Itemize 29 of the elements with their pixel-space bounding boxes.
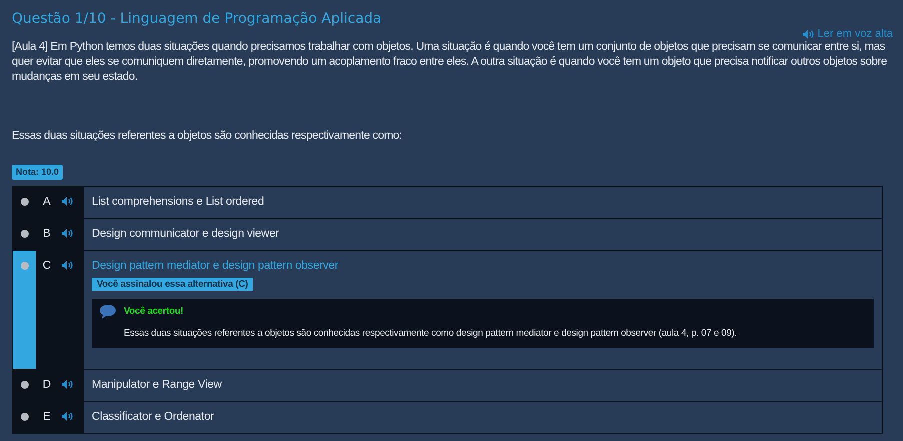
question-title: Questão 1/10 - Linguagem de Programação Aplicada	[12, 10, 383, 28]
radio-button[interactable]	[20, 413, 28, 421]
option-letter: C	[42, 259, 52, 273]
radio-button[interactable]	[20, 381, 28, 389]
radio-button[interactable]	[20, 198, 28, 206]
option-letter: B	[42, 227, 52, 241]
speaker-icon[interactable]	[62, 261, 73, 270]
option-text[interactable]: Design pattern mediator e design pattern observer	[92, 259, 874, 273]
feedback-title: Você acertou!	[124, 305, 185, 319]
selected-answer-badge: Você assinalou essa alternativa (C)	[92, 278, 254, 291]
speaker-icon[interactable]	[62, 412, 73, 422]
feedback-text: Essas duas situações referentes a objetos são conhecidas respectivamente como design pattern mediator e design pattem observer (aula 4, p. 07 e 09).	[124, 327, 738, 341]
question-text: [Aula 4] Em Python temos duas situações quando precisamos trabalhar com objetos. Uma situação é quando você tem um conjunto de objetos que precisam se comunicar entre si, mas quer evitar que eles se comuniquem diretamente, promovendo um acoplamento fraco entre eles. A outra situação é quando você tem um objeto que precisa notificar outros objetos sobre mudanças em seu estado.	[12, 40, 888, 85]
option-letter: E	[42, 410, 52, 424]
option-text[interactable]: List comprehensions e List ordered	[92, 195, 874, 209]
option-letter: D	[42, 378, 52, 392]
option-letter: A	[42, 195, 52, 209]
speaker-icon[interactable]	[62, 380, 73, 390]
speaker-icon	[802, 30, 814, 38]
option-text[interactable]: Classificator e Ordenator	[92, 410, 874, 424]
question-text: Essas duas situações referentes a objetos são conhecidas respectivamente como:	[12, 129, 404, 144]
option-text[interactable]: Manipulator e Range View	[92, 378, 874, 392]
grade-badge: Nota: 10.0	[12, 165, 64, 180]
speaker-icon[interactable]	[62, 197, 73, 206]
radio-button[interactable]	[20, 230, 28, 238]
option-text[interactable]: Design communicator e design viewer	[92, 227, 874, 241]
comment-icon	[100, 305, 116, 319]
radio-button[interactable]	[20, 262, 28, 270]
speaker-icon[interactable]	[62, 229, 73, 238]
